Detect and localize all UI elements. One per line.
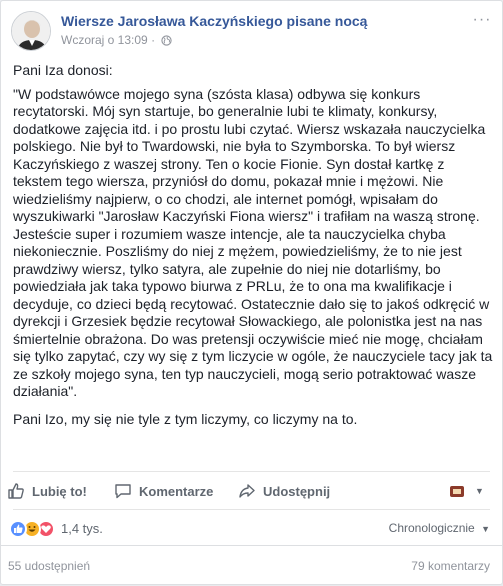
caret-down-icon: ▼ <box>475 486 484 496</box>
page-identity-icon <box>450 486 464 497</box>
post-footer: 55 udostępnień 79 komentarzy <box>1 546 502 586</box>
divider <box>13 509 490 510</box>
reactions-summary: 1,4 tys. Chronologicznie ▼ <box>1 511 502 545</box>
more-options-icon[interactable]: ··· <box>472 12 492 29</box>
post-paragraph: Pani Izo, my się nie tyle z tym liczymy,… <box>13 410 358 427</box>
post-paragraph: Pani Iza donosi: <box>13 62 113 78</box>
page-avatar[interactable] <box>11 11 51 51</box>
post-paragraph: "W podstawówce mojego syna (szósta klasa… <box>13 85 493 400</box>
globe-icon <box>161 35 173 49</box>
divider <box>13 471 490 472</box>
post-meta: Wczoraj o 13:09 · <box>61 33 173 49</box>
thumbs-up-icon <box>8 483 24 499</box>
post-card: Wiersze Jarosława Kaczyńskiego pisane no… <box>0 0 503 585</box>
like-label: Lubię to! <box>32 483 87 499</box>
comment-label: Komentarze <box>139 483 214 499</box>
shares-count-link[interactable]: 55 udostępnień <box>8 559 90 573</box>
like-reaction-icon <box>9 520 27 538</box>
reaction-count[interactable]: 1,4 tys. <box>61 521 103 536</box>
comment-sort-dropdown[interactable]: Chronologicznie ▼ <box>389 521 490 535</box>
share-label: Udostępnij <box>263 483 331 499</box>
comment-bubble-icon <box>115 484 131 499</box>
comments-count-link[interactable]: 79 komentarzy <box>411 559 490 573</box>
post-as-selector[interactable]: ▼ <box>449 473 484 509</box>
meta-separator: · <box>151 33 156 47</box>
post-timestamp[interactable]: Wczoraj o 13:09 <box>61 33 148 47</box>
like-button[interactable]: Lubię to! <box>7 473 87 509</box>
share-button[interactable]: Udostępnij <box>238 473 330 509</box>
share-arrow-icon <box>239 484 255 498</box>
comment-sort-label: Chronologicznie <box>388 521 475 535</box>
post-text: Pani Iza donosi: "W podstawówce mojego s… <box>13 62 495 434</box>
avatar-portrait-icon <box>12 12 50 50</box>
post-header: Wiersze Jarosława Kaczyńskiego pisane no… <box>11 11 492 51</box>
comment-button[interactable]: Komentarze <box>114 473 213 509</box>
page-name-link[interactable]: Wiersze Jarosława Kaczyńskiego pisane no… <box>61 13 367 29</box>
reaction-icons[interactable] <box>9 520 63 538</box>
caret-down-icon: ▼ <box>481 524 490 534</box>
post-actions: Lubię to! Komentarze Udostępnij ▼ <box>1 473 502 509</box>
